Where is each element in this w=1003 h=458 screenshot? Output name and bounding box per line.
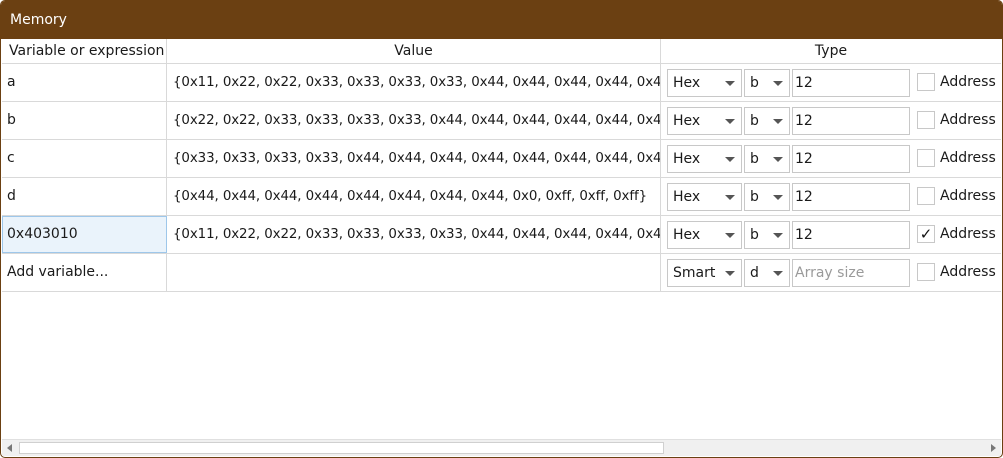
address-label: Address bbox=[940, 150, 996, 166]
table-header: Variable or expression Value Type bbox=[2, 39, 1001, 64]
add-variable-row[interactable]: Add variable... Smart d Address bbox=[2, 254, 1001, 292]
display-type-dropdown[interactable]: Smart bbox=[667, 259, 742, 287]
type-cell: Hex b Address bbox=[661, 140, 1001, 177]
value-cell: {0x11, 0x22, 0x22, 0x33, 0x33, 0x33, 0x3… bbox=[167, 216, 661, 253]
element-size-dropdown[interactable]: b bbox=[744, 183, 790, 211]
address-label: Address bbox=[940, 226, 996, 242]
address-label: Address bbox=[940, 188, 996, 204]
table-row[interactable]: b {0x22, 0x22, 0x33, 0x33, 0x33, 0x33, 0… bbox=[2, 102, 1001, 140]
window-title: Memory bbox=[10, 12, 67, 28]
address-label: Address bbox=[940, 74, 996, 90]
horizontal-scrollbar[interactable] bbox=[2, 439, 1001, 456]
chevron-down-icon bbox=[725, 233, 735, 238]
address-checkbox[interactable] bbox=[917, 187, 935, 205]
element-size-dropdown[interactable]: b bbox=[744, 221, 790, 249]
display-type-dropdown[interactable]: Hex bbox=[667, 145, 742, 173]
scroll-right-button[interactable] bbox=[984, 440, 1001, 456]
display-type-dropdown[interactable]: Hex bbox=[667, 183, 742, 211]
address-checkbox[interactable] bbox=[917, 149, 935, 167]
chevron-down-icon bbox=[773, 233, 783, 238]
chevron-down-icon bbox=[725, 119, 735, 124]
type-cell: Hex b Address bbox=[661, 178, 1001, 215]
arrow-right-icon bbox=[991, 444, 996, 452]
address-checkbox[interactable] bbox=[917, 263, 935, 281]
element-size-dropdown[interactable]: b bbox=[744, 145, 790, 173]
table-row[interactable]: c {0x33, 0x33, 0x33, 0x33, 0x44, 0x44, 0… bbox=[2, 140, 1001, 178]
table-row[interactable]: 0x403010 {0x11, 0x22, 0x22, 0x33, 0x33, … bbox=[2, 216, 1001, 254]
display-type-dropdown[interactable]: Hex bbox=[667, 221, 742, 249]
chevron-down-icon bbox=[773, 157, 783, 162]
variable-name-cell[interactable]: b bbox=[2, 102, 167, 139]
array-size-input[interactable] bbox=[792, 107, 910, 135]
display-type-dropdown[interactable]: Hex bbox=[667, 107, 742, 135]
chevron-down-icon bbox=[725, 81, 735, 86]
value-cell: {0x11, 0x22, 0x22, 0x33, 0x33, 0x33, 0x3… bbox=[167, 64, 661, 101]
array-size-input[interactable] bbox=[792, 221, 910, 249]
memory-window: Memory Variable or expression Value Type… bbox=[0, 0, 1003, 458]
type-cell: Smart d Address bbox=[661, 254, 1001, 291]
value-cell bbox=[167, 254, 661, 291]
value-cell: {0x22, 0x22, 0x33, 0x33, 0x33, 0x33, 0x4… bbox=[167, 102, 661, 139]
array-size-input[interactable] bbox=[792, 259, 910, 287]
display-type-dropdown[interactable]: Hex bbox=[667, 69, 742, 97]
chevron-down-icon bbox=[725, 195, 735, 200]
chevron-down-icon bbox=[773, 195, 783, 200]
address-label: Address bbox=[940, 112, 996, 128]
address-checkbox[interactable] bbox=[917, 73, 935, 91]
address-checkbox[interactable]: ✓ bbox=[917, 225, 935, 243]
scroll-left-button[interactable] bbox=[2, 440, 19, 456]
array-size-input[interactable] bbox=[792, 183, 910, 211]
column-header-type[interactable]: Type bbox=[661, 39, 1001, 63]
type-cell: Hex b Address bbox=[661, 64, 1001, 101]
element-size-dropdown[interactable]: d bbox=[744, 259, 790, 287]
address-label: Address bbox=[940, 264, 996, 280]
value-cell: {0x44, 0x44, 0x44, 0x44, 0x44, 0x44, 0x4… bbox=[167, 178, 661, 215]
array-size-input[interactable] bbox=[792, 69, 910, 97]
variable-name-cell[interactable]: d bbox=[2, 178, 167, 215]
value-cell: {0x33, 0x33, 0x33, 0x33, 0x44, 0x44, 0x4… bbox=[167, 140, 661, 177]
element-size-dropdown[interactable]: b bbox=[744, 69, 790, 97]
chevron-down-icon bbox=[725, 157, 735, 162]
type-cell: Hex b ✓ Address bbox=[661, 216, 1001, 253]
window-title-bar: Memory bbox=[1, 1, 1002, 39]
arrow-left-icon bbox=[7, 444, 12, 452]
chevron-down-icon bbox=[773, 81, 783, 86]
column-header-value[interactable]: Value bbox=[167, 39, 661, 63]
variable-name-cell[interactable]: a bbox=[2, 64, 167, 101]
table-row[interactable]: d {0x44, 0x44, 0x44, 0x44, 0x44, 0x44, 0… bbox=[2, 178, 1001, 216]
variable-name-cell[interactable]: 0x403010 bbox=[2, 216, 167, 253]
element-size-dropdown[interactable]: b bbox=[744, 107, 790, 135]
scrollbar-thumb[interactable] bbox=[19, 442, 664, 454]
chevron-down-icon bbox=[773, 271, 783, 276]
variable-name-cell[interactable]: c bbox=[2, 140, 167, 177]
table-row[interactable]: a {0x11, 0x22, 0x22, 0x33, 0x33, 0x33, 0… bbox=[2, 64, 1001, 102]
chevron-down-icon bbox=[725, 271, 735, 276]
type-cell: Hex b Address bbox=[661, 102, 1001, 139]
array-size-input[interactable] bbox=[792, 145, 910, 173]
column-header-name[interactable]: Variable or expression bbox=[2, 39, 167, 63]
chevron-down-icon bbox=[773, 119, 783, 124]
address-checkbox[interactable] bbox=[917, 111, 935, 129]
add-variable-cell[interactable]: Add variable... bbox=[2, 254, 167, 291]
